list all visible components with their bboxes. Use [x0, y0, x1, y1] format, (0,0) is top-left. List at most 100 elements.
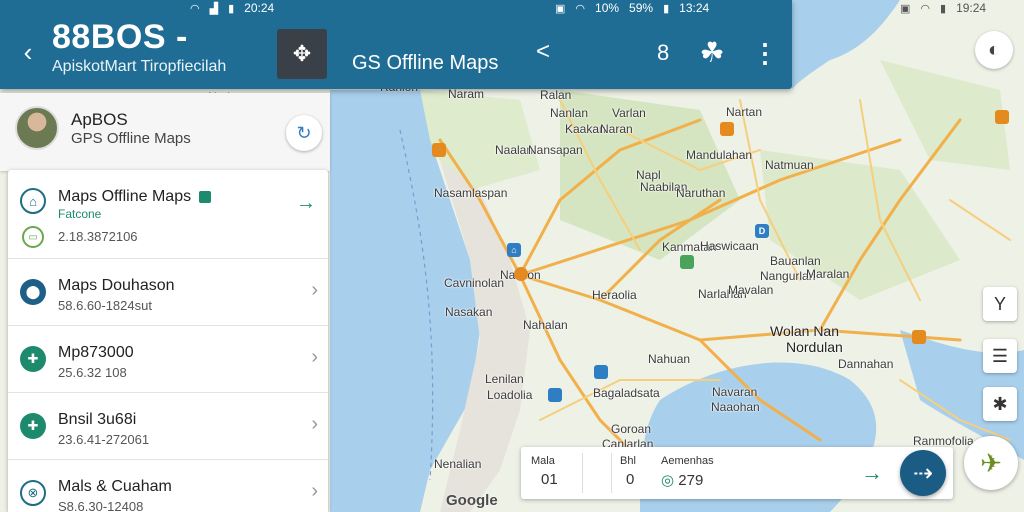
signal-icon: ▟ [209, 2, 219, 15]
list-item[interactable]: ✚ Mp873000 25.6.32 108 › [8, 326, 328, 393]
chevron-right-icon: › [311, 480, 318, 502]
battery-icon: ▮ [940, 2, 947, 15]
map-pin[interactable] [432, 143, 446, 157]
list-item-title: Mp873000 [58, 344, 134, 361]
wifi-icon: ◠ [575, 2, 586, 15]
list-item-title: Maps Offline Maps [58, 188, 192, 205]
badge-icon [199, 190, 212, 203]
appbar-number[interactable]: 8 [657, 40, 669, 66]
map-place-label[interactable]: Nansapan [528, 143, 583, 157]
status-battery: 10% [595, 1, 620, 15]
list-item[interactable]: ✚ Bnsil 3u68i 23.6.41-272061 › [8, 393, 328, 460]
status-bar-left: ◠ ▟ ▮ 20:24 [190, 0, 274, 16]
map-place-label[interactable]: Ranmofolia [913, 434, 974, 448]
compass-icon: ⊗ [20, 480, 46, 506]
map-place-label[interactable]: Mavalan [728, 283, 773, 297]
avatar[interactable] [15, 106, 59, 150]
map-pin[interactable] [720, 122, 734, 136]
map-place-label[interactable]: Bagaladsata [593, 386, 660, 400]
list-item[interactable]: ⊗ Mals & Cuaham S8.6.30-12408 › [8, 460, 328, 512]
map-place-label[interactable]: Natmuan [765, 158, 814, 172]
arrow-right-icon[interactable]: → [861, 460, 883, 486]
map-pin[interactable] [995, 110, 1009, 124]
compass-icon: ◐ [987, 38, 1001, 61]
wifi-icon: ◠ [190, 2, 200, 15]
notification-icon: ▣ [900, 2, 911, 15]
home-map-icon: ⌂ [20, 188, 46, 214]
map-place-label[interactable]: Maralan [806, 267, 849, 281]
map-place-label[interactable]: Nahuan [648, 352, 690, 366]
map-place-label[interactable]: Naram [448, 87, 484, 101]
list-item-subtitle: 58.6.60-1824sut [58, 298, 152, 313]
list-item[interactable]: ⌂ Maps Offline Maps Fatcone ▭ 2.18.38721… [8, 170, 328, 259]
list-item-subtitle: S8.6.30-12408 [58, 499, 144, 512]
list-item-subtitle: 2.18.3872106 [58, 229, 138, 244]
map-place-label[interactable]: Heraolia [592, 288, 637, 302]
layers-button[interactable]: ✥ [277, 29, 327, 79]
bird-logo-button[interactable]: ✈ [964, 436, 1018, 490]
status-bar-right: ▣ ◠ 10% 59% ▮ 13:24 [555, 0, 709, 16]
map-place-label[interactable]: Naruthan [676, 186, 725, 200]
chat-icon: ▭ [22, 226, 44, 248]
map-place-label[interactable]: Ralan [540, 88, 571, 102]
map-pin[interactable] [548, 388, 562, 402]
chevron-left-icon[interactable]: < [536, 38, 550, 66]
profile-subtitle: GPS Offline Maps [71, 130, 191, 147]
map-place-label[interactable]: Nasakan [445, 305, 492, 319]
layers-toggle-button[interactable]: ✱ [983, 387, 1017, 421]
status-signal: 59% [629, 1, 654, 15]
filter-button[interactable]: Y [983, 287, 1017, 321]
map-place-label[interactable]: Naran [600, 122, 633, 136]
map-place-label[interactable]: Loadolia [487, 388, 532, 402]
map-place-label[interactable]: Nasamlaspan [434, 186, 507, 200]
map-place-label[interactable]: Wolan Nan [770, 323, 839, 339]
map-place-label[interactable]: Lenilan [485, 372, 524, 386]
compass-button[interactable]: ◐ [975, 31, 1013, 69]
map-place-label[interactable]: Navaran [712, 385, 757, 399]
more-vert-icon[interactable]: ⋮ [752, 38, 778, 69]
map-place-label[interactable]: Nenalian [434, 457, 481, 471]
map-place-label[interactable]: Goroan [611, 422, 651, 436]
status-time: 20:24 [244, 1, 275, 15]
status-time: 13:24 [679, 1, 710, 15]
map-place-label[interactable]: Nanlan [550, 106, 588, 120]
map-pin[interactable] [912, 330, 926, 344]
app-title: 88BOS - [52, 18, 188, 56]
divider [611, 453, 612, 493]
map-place-label[interactable]: Bauanlan [770, 254, 821, 268]
navigate-button[interactable]: ⇢ [900, 450, 946, 496]
sync-button[interactable]: ↻ [286, 115, 322, 151]
map-pin[interactable] [514, 267, 528, 281]
route-col-label: Aemenhas [661, 455, 714, 467]
route-col-value: 01 [541, 471, 558, 488]
map-place-label[interactable]: Nahalan [523, 318, 568, 332]
map-place-label[interactable]: Varlan [612, 106, 646, 120]
profile-card: ApBOS GPS Offline Maps ↻ [0, 93, 330, 171]
map-place-label[interactable]: Haswicaan [700, 239, 759, 253]
map-place-label[interactable]: Nordulan [786, 339, 843, 355]
status-bar-far: ▣ ◠ ▮ 19:24 [900, 0, 986, 16]
back-button[interactable]: ‹ [14, 38, 42, 66]
status-time: 19:24 [956, 1, 987, 15]
menu-button[interactable]: ☰ [983, 339, 1017, 373]
list-item[interactable]: ⬤ Maps Douhason 58.6.60-1824sut › [8, 259, 328, 326]
list-item-tag: Fatcone [58, 207, 102, 221]
notification-icon: ▣ [555, 2, 566, 15]
divider [582, 453, 583, 493]
map-place-label[interactable]: Naaohan [711, 400, 760, 414]
map-place-label[interactable]: Dannahan [838, 357, 893, 371]
map-shape-icon[interactable]: ☘ [694, 34, 730, 70]
google-logo: Google [446, 492, 498, 509]
map-pin[interactable]: ⌂ [507, 243, 521, 257]
map-pin[interactable] [680, 255, 694, 269]
list-item-subtitle: 23.6.41-272061 [58, 432, 150, 447]
map-pin[interactable] [594, 365, 608, 379]
map-place-label[interactable]: Mandulahan [686, 148, 752, 162]
arrow-right-icon[interactable]: → [296, 192, 316, 215]
wifi-icon: ◠ [920, 2, 931, 15]
map-place-label[interactable]: Nartan [726, 105, 762, 119]
map-place-label[interactable]: Cavninolan [444, 276, 504, 290]
map-pin[interactable]: D [755, 224, 769, 238]
location-pin-icon: ⬤ [20, 279, 46, 305]
chevron-right-icon: › [311, 346, 318, 368]
